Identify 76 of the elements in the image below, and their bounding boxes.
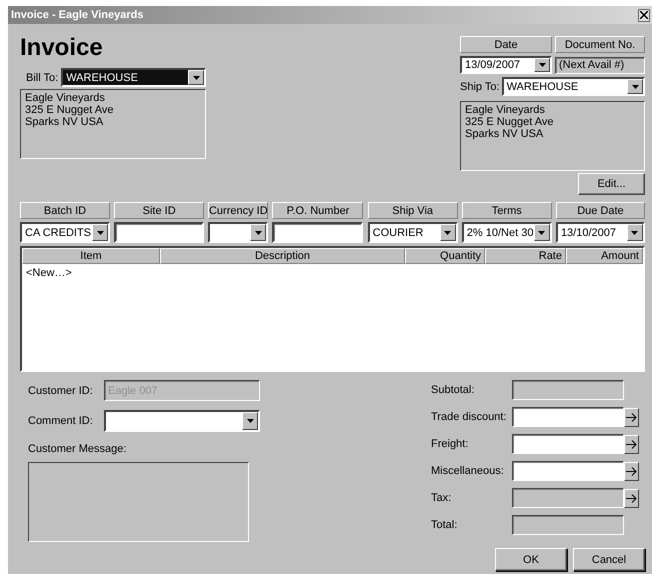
arrow-icon bbox=[626, 440, 637, 448]
address-box[interactable]: Eagle Vineyards 325 E Nugget Ave Sparks NV USA bbox=[20, 89, 206, 159]
field-label: Tax: bbox=[431, 492, 452, 504]
field-label: Customer Message: bbox=[28, 443, 128, 455]
field-label: Total: bbox=[431, 519, 458, 531]
arrow-icon bbox=[626, 494, 637, 502]
amount-field[interactable] bbox=[512, 434, 624, 454]
expand-button[interactable] bbox=[624, 488, 639, 508]
column-header: Ship Via bbox=[368, 202, 458, 219]
input-field[interactable] bbox=[272, 222, 364, 243]
input-field[interactable] bbox=[114, 222, 204, 243]
amount-field[interactable] bbox=[512, 407, 624, 427]
table-cell[interactable]: <New…> bbox=[22, 264, 643, 282]
caret-icon bbox=[192, 76, 200, 80]
field-label: Freight: bbox=[431, 438, 470, 450]
edit-button[interactable]: Edit... bbox=[578, 173, 645, 195]
expand-button[interactable] bbox=[624, 408, 639, 426]
dropdown[interactable]: 13/09/2007 bbox=[460, 56, 552, 74]
arrow-icon bbox=[626, 412, 637, 422]
caret-icon bbox=[254, 230, 262, 234]
address-box[interactable]: Eagle Vineyards 325 E Nugget Ave Sparks NV USA bbox=[460, 101, 645, 171]
dropdown-button[interactable] bbox=[250, 224, 266, 241]
arrow-icon bbox=[626, 466, 637, 476]
dropdown-button[interactable] bbox=[188, 70, 204, 85]
caret-icon bbox=[444, 230, 452, 234]
column-header: P.O. Number bbox=[272, 202, 364, 219]
invoice-heading: Invoice bbox=[20, 34, 104, 63]
caret-icon bbox=[538, 63, 546, 67]
close-button[interactable] bbox=[638, 8, 650, 22]
dropdown[interactable]: WAREHOUSE bbox=[61, 68, 206, 87]
dropdown-button[interactable] bbox=[534, 58, 550, 72]
dropdown[interactable]: WAREHOUSE bbox=[502, 77, 645, 96]
dropdown-button[interactable] bbox=[627, 79, 643, 94]
dropdown[interactable]: 13/10/2007 bbox=[556, 222, 645, 243]
dropdown[interactable] bbox=[208, 222, 268, 243]
dropdown[interactable]: COURIER bbox=[368, 222, 458, 243]
column-header: Terms bbox=[462, 202, 552, 219]
caret-icon bbox=[538, 230, 546, 234]
expand-button[interactable] bbox=[624, 462, 639, 480]
column-header: Description bbox=[160, 248, 405, 264]
column-header: Document No. bbox=[555, 36, 645, 53]
close-icon bbox=[640, 11, 648, 19]
dialog-button[interactable]: OK bbox=[495, 548, 567, 571]
column-header: Site ID bbox=[114, 202, 204, 219]
field-label: Comment ID: bbox=[28, 415, 94, 427]
column-header: Currency ID bbox=[208, 202, 268, 219]
dropdown[interactable] bbox=[104, 410, 260, 432]
amount-field[interactable] bbox=[512, 461, 624, 481]
caret-icon bbox=[246, 419, 254, 423]
dropdown[interactable]: CA CREDITS bbox=[20, 222, 110, 243]
window-title: Invoice - Eagle Vineyards bbox=[11, 9, 144, 21]
dropdown-button[interactable] bbox=[626, 224, 643, 241]
dropdown-button[interactable] bbox=[440, 224, 456, 241]
dropdown[interactable]: 2% 10/Net 30 bbox=[462, 222, 552, 243]
field-label: Subtotal: bbox=[431, 384, 476, 396]
caret-icon bbox=[632, 84, 638, 88]
dropdown-button[interactable] bbox=[92, 224, 108, 241]
column-header: Amount bbox=[566, 248, 643, 264]
caret-icon bbox=[96, 230, 104, 234]
dialog-button[interactable]: Cancel bbox=[573, 548, 645, 571]
column-header: Batch ID bbox=[20, 202, 110, 219]
field-label: Miscellaneous: bbox=[431, 465, 505, 477]
expand-button[interactable] bbox=[624, 434, 639, 454]
column-header: Rate bbox=[485, 248, 566, 264]
field-label: Bill To: bbox=[26, 72, 58, 84]
column-header: Item bbox=[22, 248, 160, 264]
column-header: Quantity bbox=[405, 248, 485, 264]
dropdown-button[interactable] bbox=[534, 224, 550, 241]
caret-icon bbox=[631, 230, 638, 234]
dropdown-button[interactable] bbox=[242, 412, 258, 430]
field-label: Customer ID: bbox=[28, 384, 94, 396]
field-label: Ship To: bbox=[460, 80, 500, 92]
column-header: Due Date bbox=[556, 202, 645, 219]
document-number-field: (Next Avail #) bbox=[555, 56, 645, 74]
column-header: Date bbox=[460, 36, 552, 53]
field-label: Trade discount: bbox=[431, 411, 508, 423]
